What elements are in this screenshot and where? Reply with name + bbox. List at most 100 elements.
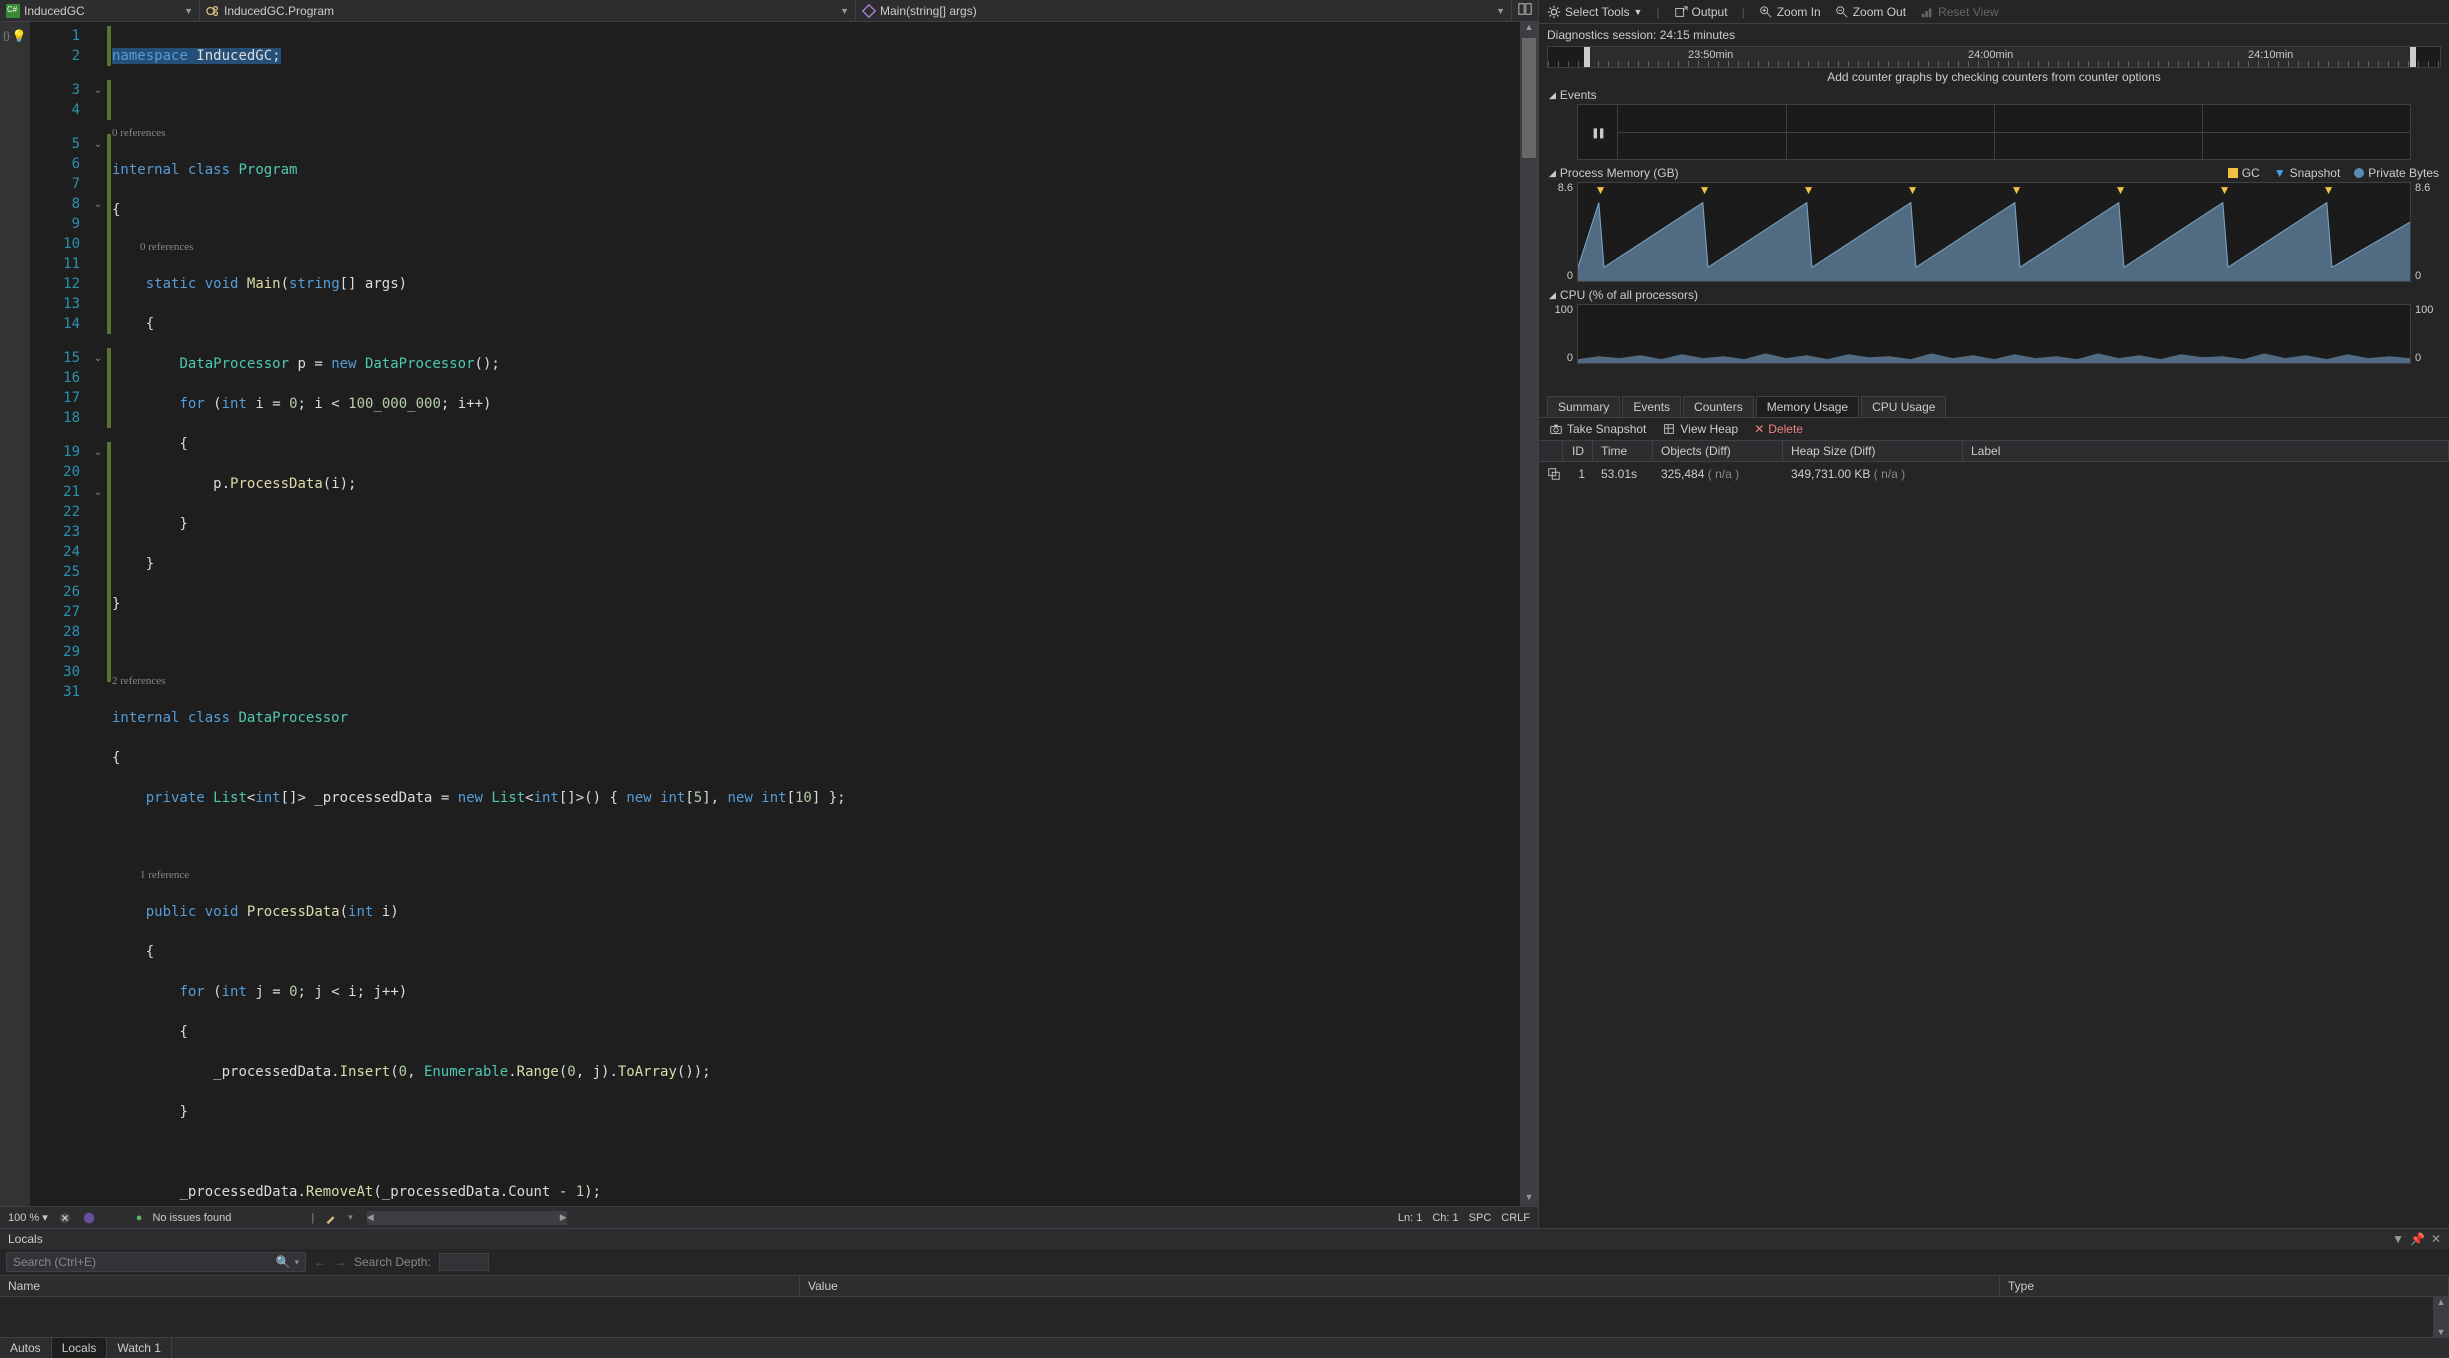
- cpu-graph-header[interactable]: ◢ CPU (% of all processors): [1539, 286, 2449, 304]
- fold-toggle[interactable]: ⌄: [90, 134, 106, 154]
- tab-watch1[interactable]: Watch 1: [107, 1338, 172, 1358]
- locals-body[interactable]: ▲▼: [0, 1297, 2449, 1337]
- memory-graph-header[interactable]: ◢ Process Memory (GB) GC ▼Snapshot Priva…: [1539, 164, 2449, 182]
- events-graph-header[interactable]: ◢ Events: [1539, 86, 2449, 104]
- snapshot-table: ID Time Objects (Diff) Heap Size (Diff) …: [1539, 441, 2449, 1228]
- cpu-graph[interactable]: 1000 1000: [1547, 304, 2441, 364]
- codelens-references[interactable]: 1 reference: [112, 868, 1520, 882]
- code-text[interactable]: namespace InducedGC; 0 references intern…: [112, 22, 1520, 1206]
- search-prev-button[interactable]: ←: [314, 1255, 326, 1269]
- zoom-in-icon: [1759, 5, 1773, 19]
- caret-col-label[interactable]: Ch: 1: [1432, 1212, 1458, 1224]
- error-indicator-icon[interactable]: [58, 1211, 72, 1225]
- locals-title-bar[interactable]: Locals ▼ 📌 ✕: [0, 1229, 2449, 1249]
- col-header-label[interactable]: Label: [1963, 441, 2449, 461]
- tab-events[interactable]: Events: [1622, 396, 1681, 417]
- collapse-triangle-icon: ◢: [1549, 290, 1556, 301]
- locals-column-headers: Name Value Type: [0, 1276, 2449, 1297]
- diagnostics-tabs: Summary Events Counters Memory Usage CPU…: [1539, 396, 2449, 418]
- bottom-tool-tabs: Autos Locals Watch 1: [0, 1337, 2449, 1358]
- col-header-value[interactable]: Value: [800, 1276, 2000, 1296]
- editor-horizontal-scrollbar[interactable]: ◀▶: [367, 1211, 567, 1225]
- snapshot-row[interactable]: 1 53.01s 325,484 ( n/a ) 349,731.00 KB (…: [1539, 462, 2449, 489]
- select-tools-button[interactable]: Select Tools ▼: [1547, 5, 1642, 19]
- gc-legend-swatch: [2228, 168, 2238, 178]
- col-header-type[interactable]: Type: [2000, 1276, 2449, 1296]
- snapshot-toolbar: Take Snapshot View Heap ✕ Delete: [1539, 418, 2449, 441]
- class-icon: [206, 4, 220, 18]
- tab-cpu-usage[interactable]: CPU Usage: [1861, 396, 1946, 417]
- nav-project-combo[interactable]: InducedGC ▼: [0, 0, 200, 21]
- health-indicator-icon[interactable]: [82, 1211, 96, 1225]
- chevron-down-icon: ▼: [840, 6, 849, 16]
- codelens-references[interactable]: 0 references: [112, 240, 1520, 254]
- timeline-handle-right[interactable]: [2410, 47, 2416, 67]
- lightbulb-icon[interactable]: 💡: [12, 29, 27, 43]
- output-button[interactable]: Output: [1674, 5, 1728, 19]
- zoom-in-button[interactable]: Zoom In: [1759, 5, 1821, 19]
- col-header-heap[interactable]: Heap Size (Diff): [1783, 441, 1963, 461]
- pin-icon[interactable]: 📌: [2410, 1232, 2425, 1246]
- editor-vertical-scrollbar[interactable]: ▲ ▼: [1520, 22, 1538, 1206]
- tab-autos[interactable]: Autos: [0, 1338, 52, 1358]
- tab-counters[interactable]: Counters: [1683, 396, 1754, 417]
- gc-marker-icon: ▼: [1595, 183, 1607, 197]
- pause-icon[interactable]: [1591, 125, 1604, 139]
- diagnostics-timeline[interactable]: 23:50min 24:00min 24:10min: [1547, 46, 2441, 68]
- tab-locals[interactable]: Locals: [52, 1338, 108, 1358]
- code-area[interactable]: {} 💡 12 34 567891011121314 15161718 1920…: [0, 22, 1538, 1206]
- search-depth-combo[interactable]: [439, 1253, 489, 1271]
- view-heap-button[interactable]: View Heap: [1662, 422, 1738, 436]
- tab-summary[interactable]: Summary: [1547, 396, 1620, 417]
- events-graph[interactable]: [1547, 104, 2441, 160]
- gc-marker-icon: ▼: [1803, 183, 1815, 197]
- line-ending-label[interactable]: CRLF: [1501, 1212, 1530, 1224]
- fold-toggle[interactable]: ⌄: [90, 194, 106, 214]
- fold-toggle[interactable]: ⌄: [90, 348, 106, 368]
- tab-memory-usage[interactable]: Memory Usage: [1756, 396, 1859, 417]
- caret-line-label[interactable]: Ln: 1: [1398, 1212, 1422, 1224]
- heap-icon: [1662, 422, 1676, 436]
- locals-scrollbar[interactable]: ▲▼: [2433, 1297, 2449, 1337]
- take-snapshot-button[interactable]: Take Snapshot: [1549, 422, 1646, 436]
- window-dropdown-icon[interactable]: ▼: [2392, 1232, 2404, 1246]
- snapshot-legend-icon: ▼: [2274, 166, 2286, 180]
- indent-mode-label[interactable]: SPC: [1469, 1212, 1492, 1224]
- nav-method-combo[interactable]: Main(string[] args) ▼: [856, 0, 1512, 21]
- split-icon: [1518, 2, 1532, 16]
- zoom-out-button[interactable]: Zoom Out: [1835, 5, 1906, 19]
- nav-class-label: InducedGC.Program: [224, 4, 334, 18]
- split-editor-button[interactable]: [1512, 2, 1538, 19]
- editor-status-bar: 100 % ▾ ● No issues found | ▾ ◀▶ Ln: 1 C…: [0, 1206, 1538, 1228]
- col-header-name[interactable]: Name: [0, 1276, 800, 1296]
- counter-hint-label: Add counter graphs by checking counters …: [1539, 68, 2449, 86]
- locals-search-input[interactable]: Search (Ctrl+E) 🔍 ▾: [6, 1252, 306, 1272]
- delete-snapshot-button[interactable]: ✕ Delete: [1754, 422, 1803, 436]
- search-icon[interactable]: 🔍: [276, 1255, 291, 1269]
- zoom-combo[interactable]: 100 % ▾: [8, 1211, 48, 1224]
- fold-toggle[interactable]: ⌄: [90, 442, 106, 462]
- codelens-references[interactable]: 2 references: [112, 674, 1520, 688]
- chevron-down-icon: ▼: [184, 6, 193, 16]
- navigation-bar: InducedGC ▼ InducedGC.Program ▼ Main(str…: [0, 0, 1538, 22]
- search-next-button[interactable]: →: [334, 1255, 346, 1269]
- gc-marker-icon: ▼: [2219, 183, 2231, 197]
- delete-icon: ✕: [1754, 422, 1764, 436]
- gear-icon: [1547, 5, 1561, 19]
- col-header-time[interactable]: Time: [1593, 441, 1653, 461]
- fold-toggle[interactable]: ⌄: [90, 482, 106, 502]
- codelens-references[interactable]: 0 references: [112, 126, 1520, 140]
- issues-label[interactable]: No issues found: [152, 1212, 231, 1224]
- brush-icon[interactable]: [324, 1211, 338, 1225]
- nav-class-combo[interactable]: InducedGC.Program ▼: [200, 0, 856, 21]
- memory-graph[interactable]: 8.60 ▼ ▼ ▼ ▼ ▼ ▼ ▼ ▼ 8.60: [1547, 182, 2441, 282]
- locals-toolbar: Search (Ctrl+E) 🔍 ▾ ← → Search Depth:: [0, 1249, 2449, 1276]
- reset-view-icon: [1920, 5, 1934, 19]
- memory-chart-svg: [1578, 183, 2410, 281]
- col-header-objects[interactable]: Objects (Diff): [1653, 441, 1783, 461]
- close-icon[interactable]: ✕: [2431, 1232, 2441, 1246]
- nav-method-label: Main(string[] args): [880, 4, 977, 18]
- fold-toggle[interactable]: ⌄: [90, 80, 106, 100]
- col-header-id[interactable]: ID: [1563, 441, 1593, 461]
- gc-marker-icon: ▼: [2115, 183, 2127, 197]
